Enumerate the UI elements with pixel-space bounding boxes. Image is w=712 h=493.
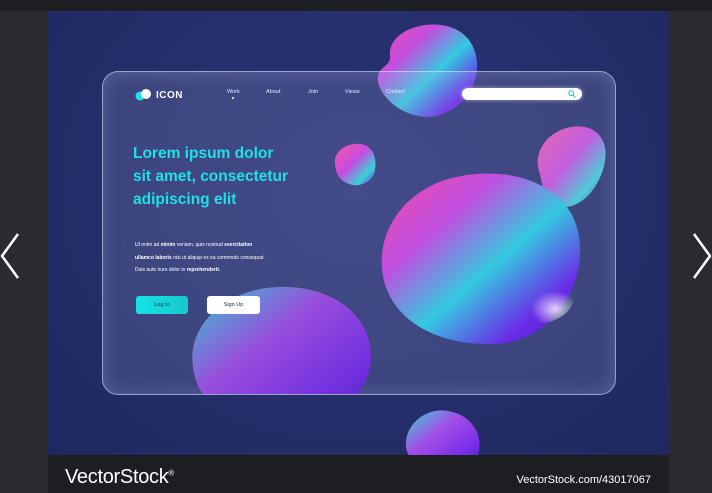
search-icon[interactable] [568,90,576,98]
body-bold: exercitation [224,242,253,248]
hero-body: Ut enim ad minim veniam, quis nostrud ex… [135,239,335,277]
body-text: nisi ut aliquip ex ea commodo consequat. [171,254,265,261]
vectorstock-brand: VectorStock [65,466,169,488]
hero-headline: Lorem ipsum dolor sit amet, consectetur … [133,142,333,211]
image-url: VectorStock.com/43017067 [516,474,651,486]
body-bold: reprehenderit. [186,267,221,273]
headline-line: sit amet, consectetur [133,168,289,185]
headline-line: Lorem ipsum dolor [133,145,274,162]
body-line: ullamco laboris nisi ut aliquip ex ea co… [135,252,335,265]
next-image-button[interactable] [682,228,712,284]
headline-line: adipiscing elit [133,191,237,208]
blob-bottom-decor [400,407,482,455]
signup-button[interactable]: Sign Up [207,296,260,314]
watermark-footer: VectorStock® VectorStock.com/43017067 [48,455,669,493]
search-input[interactable] [462,88,582,100]
blob-glass-bottom-decor [183,277,378,394]
login-button[interactable]: Log In [136,296,188,314]
chevron-right-icon [682,228,712,284]
preview-image: ICON Work About Join Views Contact Lorem… [48,11,669,455]
body-bold: minim [160,242,176,248]
nav-join[interactable]: Join [308,89,318,95]
nav-about[interactable]: About [266,89,280,95]
glass-card: ICON Work About Join Views Contact Lorem… [102,71,616,395]
logo-text: ICON [156,89,183,101]
brand-logo[interactable]: ICON [135,88,183,102]
body-text: Duis aute irure dolor in [135,267,187,273]
logo-mark-icon [135,89,151,101]
prev-image-button[interactable] [0,228,30,284]
body-line: Duis aute irure dolor in reprehenderit. [135,264,335,277]
nav-contact[interactable]: Contact [386,89,405,95]
registered-mark: ® [168,468,175,478]
top-bar [0,0,712,11]
nav-work[interactable]: Work [227,89,240,99]
nav-views[interactable]: Views [345,89,360,95]
body-bold: ullamco laboris [135,254,172,261]
chevron-left-icon [0,228,30,284]
body-line: Ut enim ad minim veniam, quis nostrud ex… [135,239,335,252]
vectorstock-logo: VectorStock® [65,466,174,489]
body-text: veniam, quis nostrud [175,242,225,248]
blob-small-decor [331,142,377,186]
body-text: Ut enim ad [135,242,161,248]
blob-large-decor [375,166,581,346]
